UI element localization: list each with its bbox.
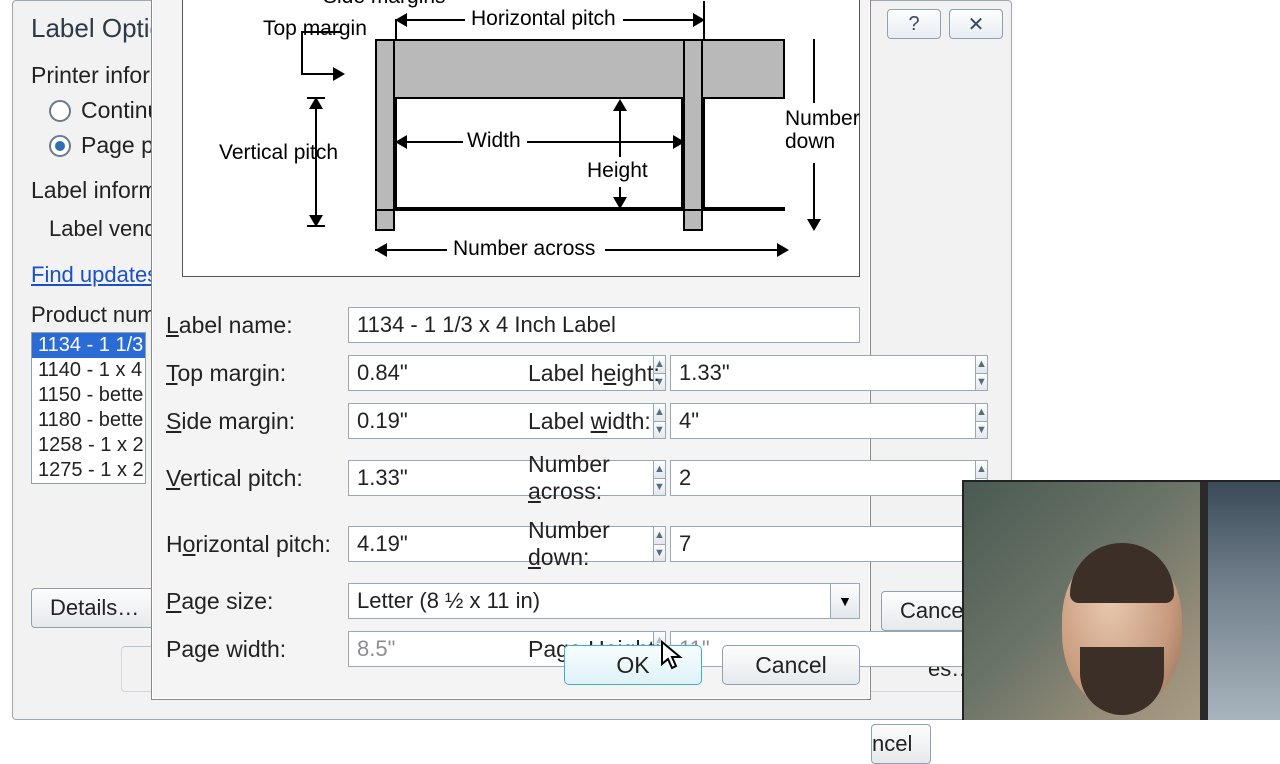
page-size-combo[interactable]: ▼ (348, 583, 860, 619)
close-icon: ✕ (968, 12, 985, 37)
top-margin-spinner[interactable]: ▲▼ (348, 355, 494, 391)
diagram-width: Width (467, 129, 521, 153)
number-across-label: Number across: (494, 451, 670, 505)
radio-continuous[interactable] (49, 100, 71, 122)
spin-down-icon[interactable]: ▼ (976, 421, 987, 439)
side-margin-label: Side margin: (166, 408, 348, 435)
list-item[interactable]: 1140 - 1 x 4 (32, 358, 145, 383)
diagram-height: Height (587, 159, 648, 183)
diagram-number-across: Number across (453, 237, 595, 261)
spin-up-icon[interactable]: ▲ (976, 461, 987, 478)
label-width-spinner[interactable]: ▲▼ (670, 403, 816, 439)
horizontal-pitch-spinner[interactable]: ▲▼ (348, 526, 494, 562)
side-margin-spinner[interactable]: ▲▼ (348, 403, 494, 439)
label-name-input[interactable] (348, 307, 860, 343)
top-margin-label: Top margin: (166, 360, 348, 387)
help-icon: ? (908, 13, 919, 36)
spin-down-icon[interactable]: ▼ (976, 373, 987, 391)
vertical-pitch-label: Vertical pitch: (166, 465, 348, 492)
close-button[interactable]: ✕ (949, 9, 1003, 39)
number-down-spinner[interactable]: ▲▼ (670, 526, 816, 562)
list-item[interactable]: 1150 - bette (32, 383, 145, 408)
list-item[interactable]: 1275 - 1 x 2 (32, 458, 145, 483)
number-down-input[interactable] (670, 526, 975, 562)
list-item[interactable]: 1180 - bette (32, 408, 145, 433)
diagram-horizontal-pitch: Horizontal pitch (471, 7, 616, 31)
diagram-top-margin: Top margin (263, 17, 367, 41)
label-diagram: Side margins Top margin Horizontal pitch… (182, 0, 860, 277)
ok-button[interactable]: OK (564, 645, 702, 685)
radio-page-printers[interactable] (49, 135, 71, 157)
chevron-down-icon[interactable]: ▼ (830, 583, 860, 619)
help-button[interactable]: ? (887, 9, 941, 39)
number-across-input[interactable] (670, 460, 975, 496)
webcam-overlay (962, 480, 1280, 720)
label-width-input[interactable] (670, 403, 975, 439)
label-width-label: Label width: (494, 408, 670, 435)
find-updates-link[interactable]: Find updates (31, 262, 158, 287)
vertical-pitch-spinner[interactable]: ▲▼ (348, 460, 494, 496)
spin-up-icon[interactable]: ▲ (976, 356, 987, 373)
cancel-button-back-2[interactable]: ncel (871, 724, 931, 764)
number-down-label: Number down: (494, 517, 670, 571)
label-name-label: Label name: (166, 312, 348, 339)
label-height-input[interactable] (670, 355, 975, 391)
horizontal-pitch-label: Horizontal pitch: (166, 531, 348, 558)
diagram-vertical-pitch: Vertical pitch (219, 141, 338, 165)
spin-up-icon[interactable]: ▲ (976, 404, 987, 421)
cancel-button[interactable]: Cancel (722, 645, 860, 685)
number-across-spinner[interactable]: ▲▼ (670, 460, 816, 496)
label-height-label: Label height: (494, 360, 670, 387)
page-size-label: Page size: (166, 588, 348, 615)
label-height-spinner[interactable]: ▲▼ (670, 355, 816, 391)
label-details-dialog: Side margins Top margin Horizontal pitch… (151, 0, 871, 700)
details-button[interactable]: Details… (31, 588, 158, 628)
page-size-input[interactable] (348, 583, 830, 619)
product-number-list[interactable]: 1134 - 1 1/3 1140 - 1 x 4 1150 - bette 1… (31, 332, 146, 484)
list-item[interactable]: 1134 - 1 1/3 (32, 333, 145, 358)
diagram-side-margins: Side margins (323, 0, 446, 9)
list-item[interactable]: 1258 - 1 x 2 (32, 433, 145, 458)
diagram-number-down: Number down (785, 107, 860, 153)
